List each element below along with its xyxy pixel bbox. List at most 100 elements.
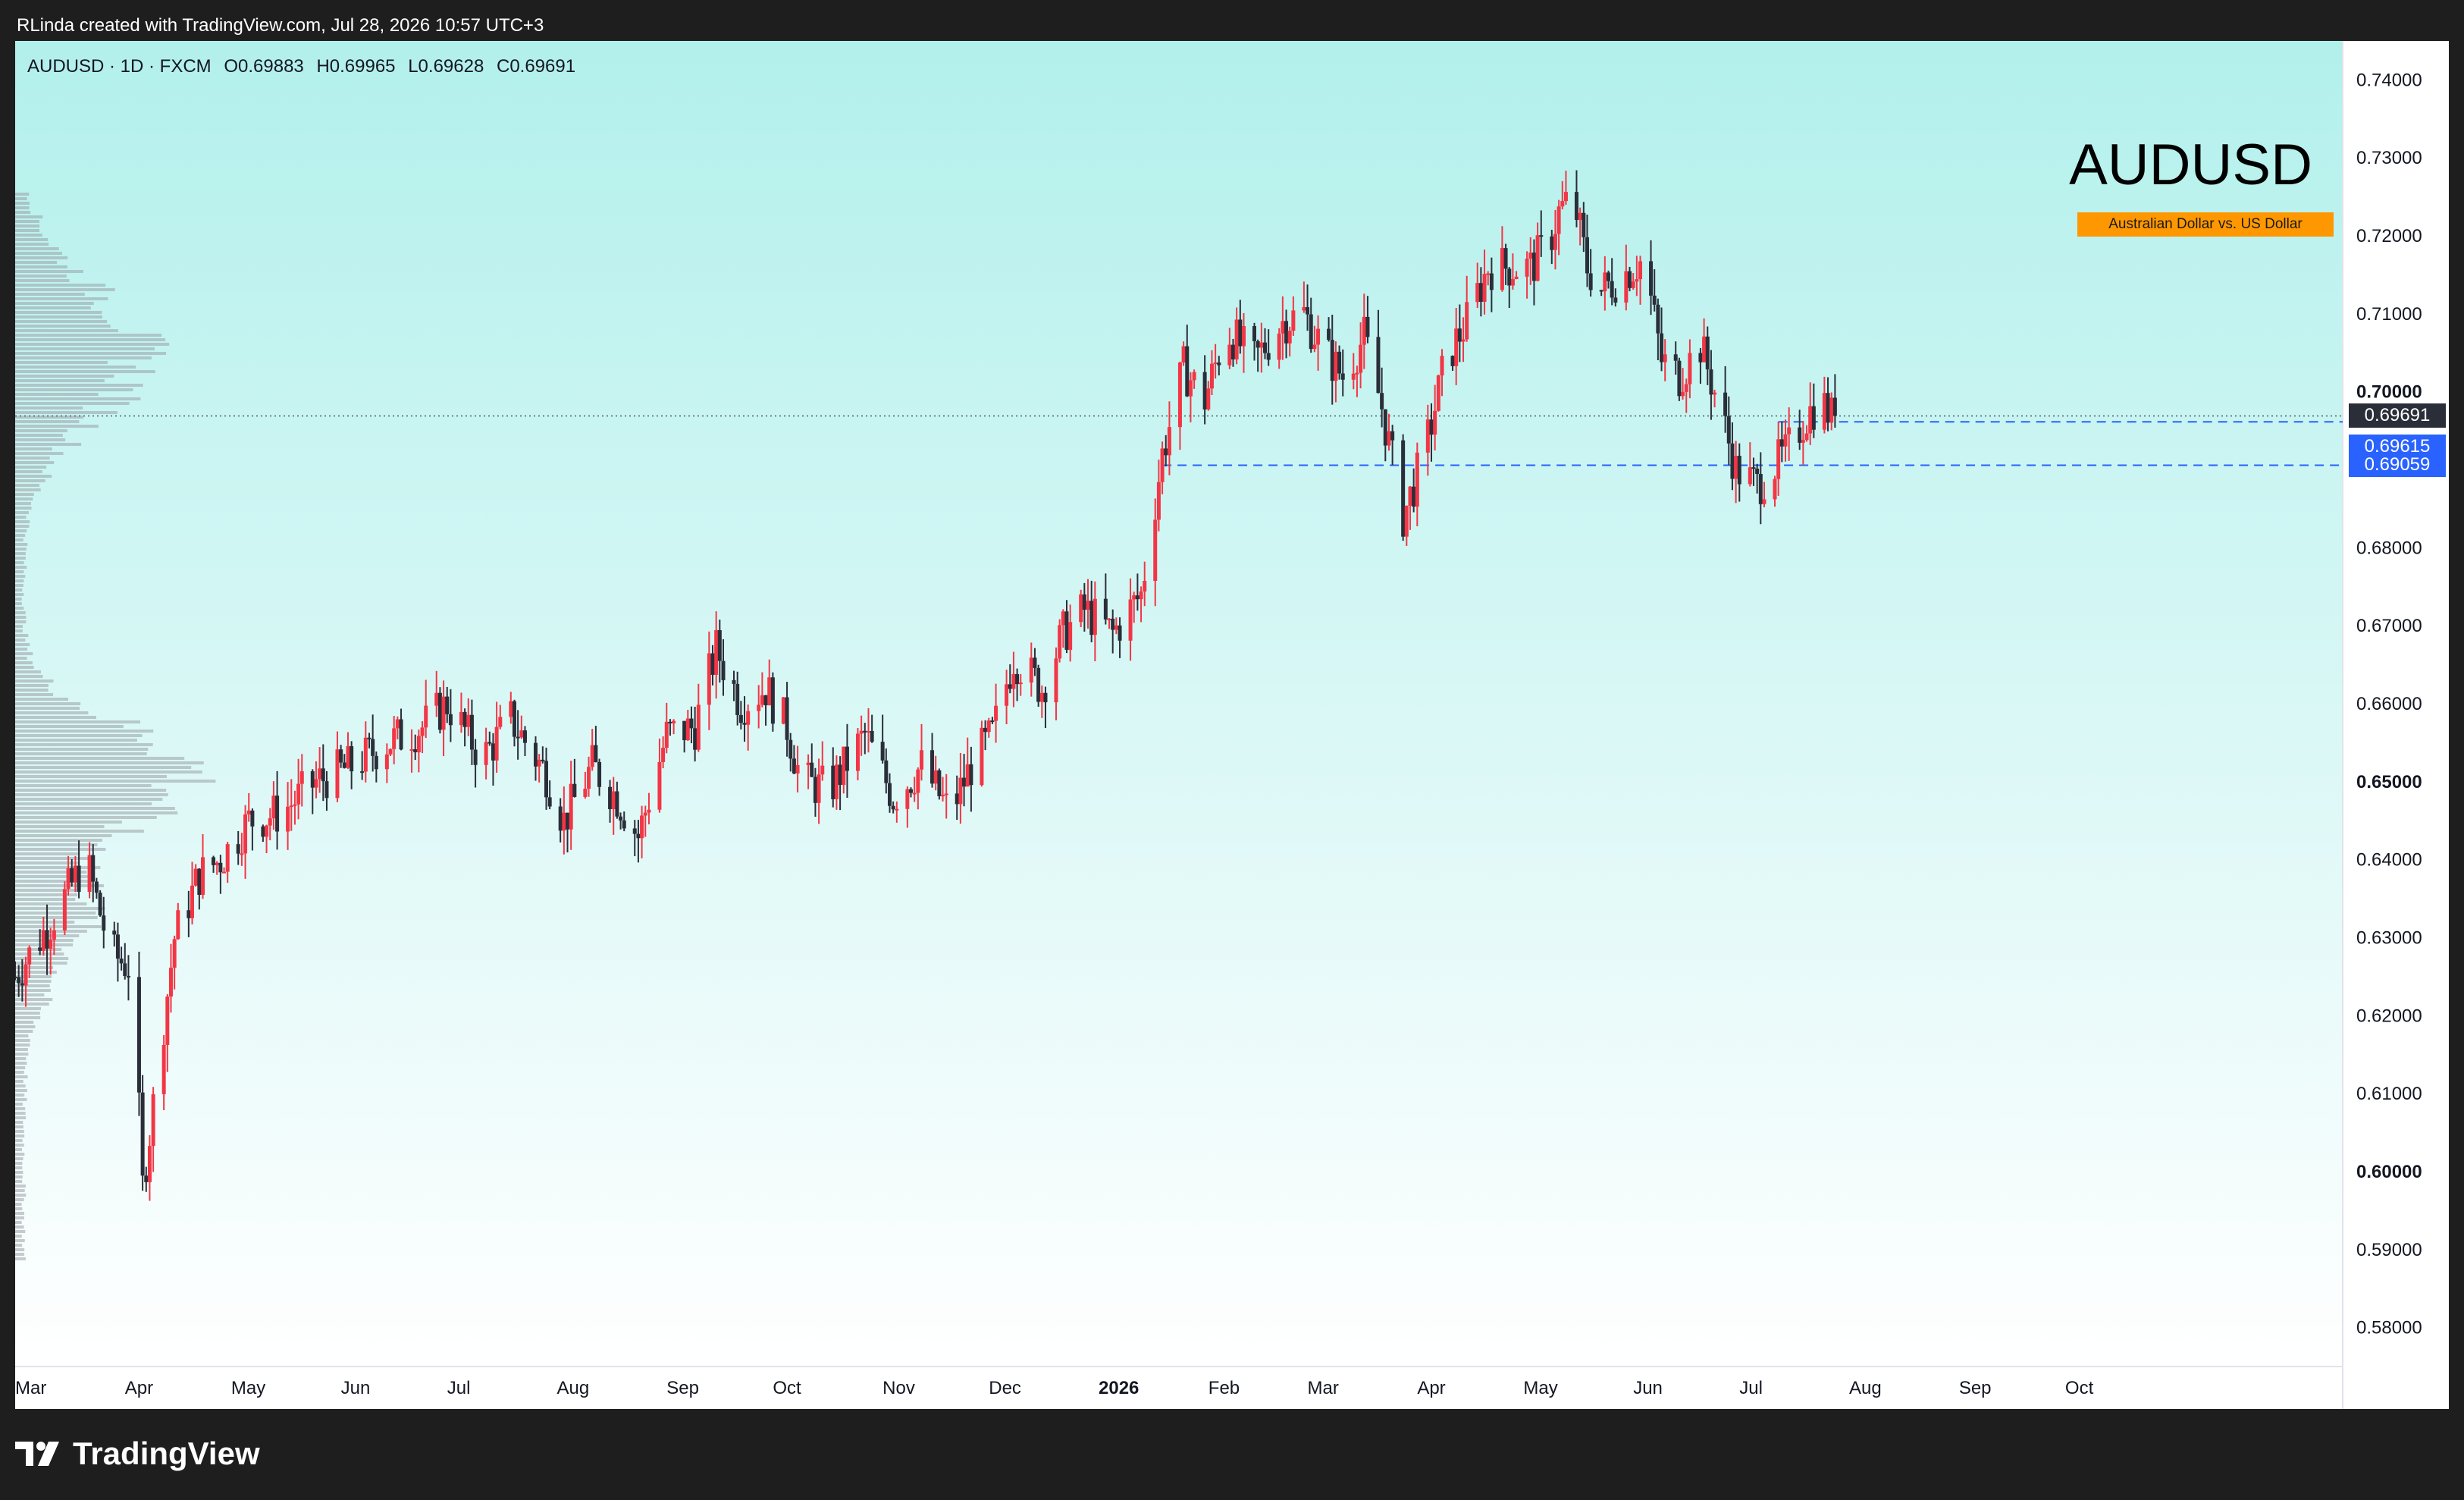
volume-profile-bar [15,243,49,246]
candle-body [52,930,56,940]
candle-body [168,968,173,997]
candle-body [1005,684,1009,706]
volume-profile-bar [15,525,30,528]
candle-body [685,718,690,741]
volume-profile-bar [15,880,95,883]
volume-profile-bar [15,693,54,696]
volume-profile-bar [15,352,167,355]
candle-body [296,783,301,805]
price-tick-label: 0.68000 [2356,538,2422,558]
volume-profile-bar [15,538,24,541]
candle-body [1585,237,1589,274]
price-chart[interactable]: 0.74000 0.73000 0.72000 0.71000 0.70000 0.690… [15,41,2449,1409]
candle-body [1365,316,1370,337]
candle-body [293,804,297,806]
time-tick-label: Feb [1208,1378,1240,1398]
candle-body [1167,427,1171,456]
candle-body [17,977,21,984]
volume-profile-bar [15,1043,30,1047]
candle-body [1705,336,1710,370]
volume-profile-bar [15,1153,25,1156]
volume-profile-bar [15,1003,49,1006]
volume-profile-bar [15,811,178,814]
price-tick-label: 0.71000 [2356,304,2422,325]
symbol-label[interactable]: AUDUSD · 1D · FXCM [27,56,212,77]
volume-profile-bar [15,1180,23,1183]
price-tick-label: 0.67000 [2356,616,2422,636]
time-tick-label: Nov [882,1378,915,1398]
price-tick-label: 0.59000 [2356,1240,2422,1260]
candle-body [102,915,106,931]
candle-body [912,792,917,795]
candle-body [1291,310,1296,331]
candle-body [1306,307,1310,315]
volume-profile-bar [15,434,63,437]
candle-body [91,855,96,882]
volume-profile-bar [15,270,83,273]
candle-body [590,745,594,767]
volume-profile-bar [15,602,22,605]
volume-profile-bar [15,461,55,464]
volume-profile-bar [15,766,192,769]
candle-body [958,777,963,805]
volume-profile-bar [15,912,96,915]
candle-body [1631,281,1635,288]
candle-body [1762,499,1766,504]
candle-body [611,791,616,809]
candle-body [371,739,375,756]
volume-profile-bar [15,1221,22,1224]
volume-profile-bar [15,848,106,851]
volume-profile-bar [15,315,102,319]
volume-profile-bar [15,748,149,751]
volume-profile-bar [15,548,27,551]
candle-body [310,771,315,788]
candle-body [119,959,124,964]
candle-body [491,743,495,761]
chart-area[interactable]: 0.74000 0.73000 0.72000 0.71000 0.70000 0.690… [15,41,2449,1409]
candle-body [647,809,651,813]
candle-body [1613,297,1618,303]
volume-profile-bar [15,507,32,510]
candle-body [615,791,619,817]
candle-body [360,771,365,774]
candle-body [1425,419,1430,453]
candle-body [1726,416,1731,444]
candle-body [1535,235,1540,281]
candle-body [136,977,141,1093]
volume-profile-bar [15,411,118,414]
volume-profile-bar [15,265,67,268]
candle-body [1029,657,1033,683]
volume-profile-bar [15,1021,34,1024]
volume-profile-bar [15,443,82,446]
candle-body [466,714,471,727]
time-tick-label: Mar [15,1378,46,1398]
candle-body [763,695,768,706]
candle-body [1737,456,1741,485]
volume-profile-bar [15,907,105,910]
candle-body [512,701,516,737]
candle-body [1192,372,1196,381]
volume-profile-bar [15,657,27,660]
candle-body [1507,268,1512,286]
candle-body [735,683,740,715]
candle-body [1528,253,1533,259]
volume-profile-bar [15,957,69,960]
price-tick-label: 0.70000 [2356,382,2422,403]
symbol-info-legend[interactable]: AUDUSD · 1D · FXCM O0.69883 H0.69965 L0.… [27,56,583,77]
tradingview-logo[interactable]: TradingView [15,1435,260,1473]
candle-body [66,868,71,890]
candle-body [632,828,637,834]
candle-body [1082,594,1086,610]
candle-body [522,730,527,743]
volume-profile-bar [15,757,185,760]
candle-body [1556,206,1561,234]
volume-profile-bar [15,1116,27,1119]
candle-body [1656,304,1660,334]
candle-body [1755,468,1760,475]
volume-profile-bar [15,379,105,382]
time-tick-label: Apr [125,1378,153,1398]
candle-body [742,723,747,725]
candle-body [286,806,290,832]
time-tick-label: Sep [666,1378,699,1398]
candle-body [77,865,81,893]
